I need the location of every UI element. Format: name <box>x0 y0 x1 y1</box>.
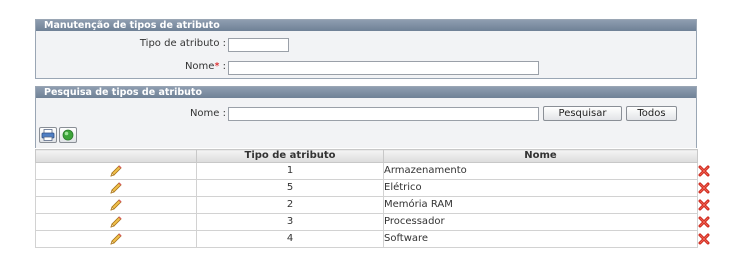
maintenance-panel: Manutenção de tipos de atributo Tipo de … <box>35 19 697 79</box>
table-row[interactable]: 3 Processador <box>35 213 710 231</box>
attribute-type-cell: 1 <box>196 162 384 180</box>
maintenance-panel-title: Manutenção de tipos de atributo <box>36 20 696 31</box>
name-label: Nome* : <box>126 61 226 72</box>
edit-button[interactable] <box>35 230 197 248</box>
refresh-button[interactable] <box>59 127 77 143</box>
pencil-icon <box>110 182 122 194</box>
name-cell: Memória RAM <box>383 196 698 214</box>
search-button[interactable]: Pesquisar <box>543 106 622 121</box>
table-body: 1 Armazenamento 5 Elétrico 2 Memória RAM 3 Proc… <box>35 162 710 248</box>
red-x-icon <box>698 182 710 194</box>
pencil-icon <box>110 199 122 211</box>
attribute-type-cell: 2 <box>196 196 384 214</box>
pencil-icon <box>110 216 122 228</box>
table-row[interactable]: 1 Armazenamento <box>35 162 710 180</box>
attribute-type-cell: 3 <box>196 213 384 231</box>
name-label-colon: : <box>219 61 226 72</box>
attribute-type-label: Tipo de atributo : <box>139 38 226 49</box>
search-name-input[interactable] <box>228 107 539 121</box>
print-button[interactable] <box>39 127 57 143</box>
edit-button[interactable] <box>35 196 197 214</box>
table-row[interactable]: 4 Software <box>35 230 710 248</box>
column-header-edit <box>35 149 197 163</box>
printer-icon <box>41 129 55 141</box>
green-circle-icon <box>62 129 74 141</box>
name-input[interactable] <box>228 61 539 75</box>
results-table: Tipo de atributo Nome 1 Armazenamento 5 Elé… <box>35 149 710 248</box>
red-x-icon <box>698 233 710 245</box>
edit-button[interactable] <box>35 179 197 197</box>
name-cell: Software <box>383 230 698 248</box>
table-row[interactable]: 2 Memória RAM <box>35 196 710 214</box>
search-panel-title: Pesquisa de tipos de atributo <box>36 87 696 98</box>
pencil-icon <box>110 165 122 177</box>
table-row[interactable]: 5 Elétrico <box>35 179 710 197</box>
edit-button[interactable] <box>35 213 197 231</box>
attribute-type-cell: 5 <box>196 179 384 197</box>
attribute-type-cell: 4 <box>196 230 384 248</box>
attribute-type-input[interactable] <box>228 38 289 52</box>
edit-button[interactable] <box>35 162 197 180</box>
search-name-label: Nome : <box>189 108 226 119</box>
name-label-text: Nome <box>184 61 215 72</box>
red-x-icon <box>698 165 710 177</box>
search-panel: Pesquisa de tipos de atributo Nome : Pes… <box>35 86 697 148</box>
pencil-icon <box>110 233 122 245</box>
table-header-row: Tipo de atributo Nome <box>35 149 698 163</box>
name-cell: Elétrico <box>383 179 698 197</box>
name-cell: Armazenamento <box>383 162 698 180</box>
red-x-icon <box>698 216 710 228</box>
column-header-attribute-type[interactable]: Tipo de atributo <box>196 149 384 163</box>
name-cell: Processador <box>383 213 698 231</box>
all-button[interactable]: Todos <box>626 106 677 121</box>
red-x-icon <box>698 199 710 211</box>
column-header-name[interactable]: Nome <box>383 149 698 163</box>
